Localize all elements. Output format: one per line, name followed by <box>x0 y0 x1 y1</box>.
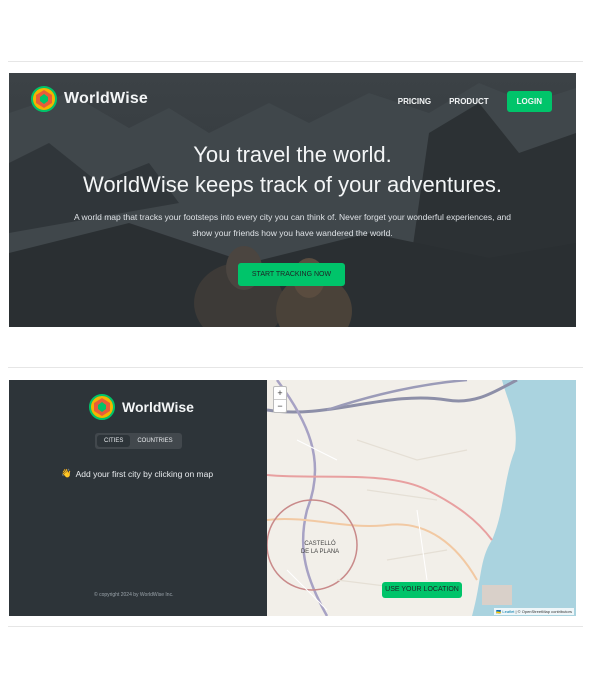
tab-countries[interactable]: COUNTRIES <box>130 435 179 447</box>
tab-cities[interactable]: CITIES <box>97 435 131 447</box>
empty-state-text: Add your first city by clicking on map <box>75 468 214 479</box>
waving-hand-icon: 👋 <box>61 468 72 478</box>
globe-logo-icon <box>89 394 115 420</box>
nav-product-link[interactable]: PRODUCT <box>449 97 489 106</box>
nav-pricing-link[interactable]: PRICING <box>398 97 431 106</box>
globe-logo-icon <box>31 86 57 112</box>
app-layout: WorldWise CITIES COUNTRIES 👋 Add your fi… <box>9 380 576 616</box>
sidebar-logo[interactable]: WorldWise <box>89 394 194 420</box>
leaflet-link[interactable]: 🇺🇦 Leaflet <box>496 609 514 614</box>
map-city-label-line-2: DE LA PLANA <box>300 549 340 555</box>
hero-description: A world map that tracks your footsteps i… <box>73 212 512 238</box>
sidebar-brand-name: WorldWise <box>122 399 194 415</box>
divider <box>8 367 583 368</box>
zoom-in-button[interactable]: + <box>274 387 286 400</box>
hero-headline-line-2: WorldWise keeps track of your adventures… <box>83 172 502 197</box>
hero-headline-line-1: You travel the world. <box>193 142 392 167</box>
copyright-text: © copyright 2024 by WorldWise Inc. <box>94 592 174 598</box>
osm-attribution[interactable]: | © OpenStreetMap contributors <box>516 609 572 614</box>
empty-state-message: 👋 Add your first city by clicking on map <box>61 468 213 479</box>
zoom-control: + − <box>273 386 287 413</box>
main-nav: PRICING PRODUCT LOGIN <box>398 91 552 112</box>
map-city-label: CASTELLÓ DE LA PLANA <box>295 540 345 556</box>
map-city-label-line-1: CASTELLÓ <box>304 541 336 547</box>
hero-headline: You travel the world. WorldWise keeps tr… <box>9 140 576 200</box>
hero-section: WorldWise PRICING PRODUCT LOGIN You trav… <box>9 73 576 327</box>
sidebar: WorldWise CITIES COUNTRIES 👋 Add your fi… <box>9 380 267 616</box>
use-your-location-button[interactable]: USE YOUR LOCATION <box>382 582 462 598</box>
hero-brand-name: WorldWise <box>64 90 149 107</box>
login-button[interactable]: LOGIN <box>506 91 552 112</box>
city-country-tabs: CITIES COUNTRIES <box>95 433 182 449</box>
start-tracking-button[interactable]: START TRACKING NOW <box>238 263 345 286</box>
zoom-out-button[interactable]: − <box>274 400 286 412</box>
map-attribution: 🇺🇦 Leaflet | © OpenStreetMap contributor… <box>494 608 574 615</box>
map-container[interactable]: + − CASTELLÓ DE LA PLANA USE YOUR LOCATI… <box>267 380 576 616</box>
map-tiles <box>267 380 576 616</box>
hero-logo[interactable]: WorldWise <box>31 86 148 112</box>
divider <box>8 61 583 62</box>
divider <box>8 626 583 627</box>
